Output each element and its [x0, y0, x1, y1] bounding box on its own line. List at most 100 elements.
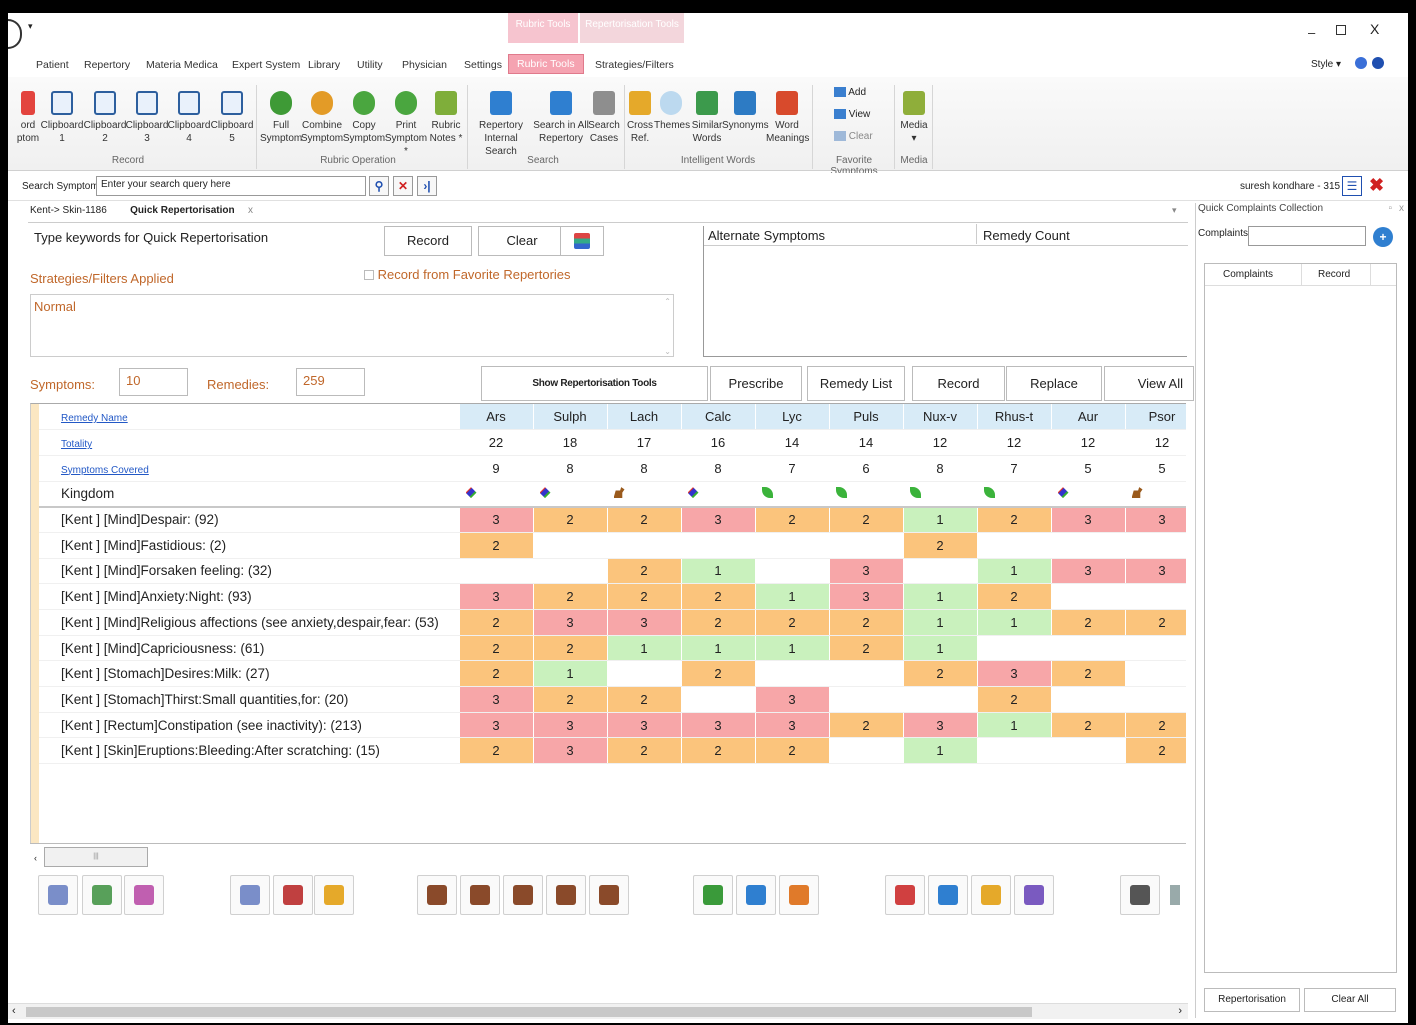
grade-cell[interactable]: 1 [903, 737, 978, 765]
grade-cell[interactable]: 2 [1051, 712, 1126, 739]
remedy-header[interactable]: Aur [1051, 404, 1126, 431]
hamburger-menu-icon[interactable]: ☰ [1342, 176, 1362, 196]
rubric-name[interactable]: [Kent ] [Stomach]Desires:Milk: (27) [39, 660, 460, 688]
close-x-icon[interactable]: ✖ [1369, 175, 1384, 196]
grade-cell[interactable]: 3 [681, 506, 756, 533]
remedies-count-field[interactable]: 259 [296, 368, 365, 396]
matrix-button[interactable] [124, 875, 164, 915]
remedy-name-link[interactable]: Remedy Name [61, 413, 128, 424]
grade-cell[interactable]: 3 [459, 686, 534, 713]
grade-cell[interactable]: 2 [1125, 737, 1186, 765]
grade-cell[interactable] [977, 532, 1052, 559]
media-button[interactable]: Media ▾ [896, 91, 932, 145]
remedy-header[interactable]: Puls [829, 404, 904, 431]
grade-cell[interactable]: 2 [607, 583, 682, 610]
rubric-name[interactable]: [Kent ] [Mind]Forsaken feeling: (32) [39, 558, 460, 585]
grade-cell[interactable]: 3 [459, 583, 534, 610]
minimize-icon[interactable]: – [1308, 25, 1315, 40]
grade-cell[interactable]: 3 [755, 712, 830, 739]
grade-cell[interactable]: 2 [607, 737, 682, 765]
grade-cell[interactable]: 3 [533, 609, 608, 636]
similar-words-button[interactable]: Similar Words [688, 91, 726, 145]
grade-cell[interactable] [755, 660, 830, 688]
grade-cell[interactable]: 2 [755, 609, 830, 636]
remedy-header[interactable]: Calc [681, 404, 756, 431]
print-symptom-button[interactable]: Print Symptom * [382, 91, 430, 158]
word-chart-button[interactable] [230, 875, 270, 915]
grade-cell[interactable]: 2 [607, 558, 682, 585]
rubric-row[interactable]: [Kent ] [Skin]Eruptions:Bleeding:After s… [39, 737, 1186, 765]
grade-cell[interactable]: 2 [829, 635, 904, 662]
grade-cell[interactable]: 2 [533, 686, 608, 713]
prescribe-button[interactable]: Prescribe [710, 366, 802, 401]
panel-close-icon[interactable]: x [1399, 203, 1404, 214]
grade-cell[interactable]: 3 [459, 712, 534, 739]
flower-button[interactable] [779, 875, 819, 915]
grade-cell[interactable]: 3 [755, 686, 830, 713]
grade-cell[interactable] [1125, 660, 1186, 688]
grade-cell[interactable] [1125, 686, 1186, 713]
grade-cell[interactable]: 2 [607, 686, 682, 713]
symptoms-covered-link[interactable]: Symptoms Covered [61, 465, 149, 476]
grade-cell[interactable]: 2 [459, 532, 534, 559]
add-complaint-icon[interactable]: + [1373, 227, 1393, 247]
bottom-scrollbar[interactable]: ‹ › [8, 1003, 1188, 1019]
search-all-repertory-button[interactable]: Search in All Repertory [532, 91, 590, 145]
replace-button[interactable]: Replace [1006, 366, 1102, 401]
rubric-name[interactable]: [Kent ] [Mind]Religious affections (see … [39, 609, 460, 636]
cross-ref-button[interactable]: Cross Ref. [626, 91, 654, 145]
grid-record-button[interactable]: Record [912, 366, 1005, 401]
grade-cell[interactable] [533, 532, 608, 559]
grade-cell[interactable] [829, 660, 904, 688]
grade-cell[interactable]: 2 [1051, 609, 1126, 636]
remedy-header[interactable]: Rhus-t [977, 404, 1052, 431]
grade-cell[interactable]: 3 [681, 712, 756, 739]
combine-symptom-button[interactable]: Combine Symptom [300, 91, 344, 145]
grade-cell[interactable]: 3 [533, 737, 608, 765]
grade-cell[interactable]: 2 [903, 532, 978, 559]
remedy-header[interactable]: Nux-v [903, 404, 978, 431]
grade-cell[interactable]: 3 [829, 583, 904, 610]
grade-cell[interactable] [1051, 686, 1126, 713]
grid-view-button[interactable] [38, 875, 78, 915]
remedy-header[interactable]: Lyc [755, 404, 830, 431]
clear-search-icon[interactable]: ✕ [393, 176, 413, 196]
grade-cell[interactable]: 3 [607, 609, 682, 636]
rubric-name[interactable]: [Kent ] [Mind]Fastidious: (2) [39, 532, 460, 559]
grade-cell[interactable] [607, 532, 682, 559]
scroll-down-icon[interactable]: ⌄ [664, 347, 671, 356]
grade-cell[interactable]: 2 [681, 737, 756, 765]
quick-access-icon[interactable]: ▾ [28, 21, 33, 32]
grade-cell[interactable]: 2 [977, 686, 1052, 713]
grade-cell[interactable]: 1 [755, 583, 830, 610]
rubric-name[interactable]: [Kent ] [Rectum]Constipation (see inacti… [39, 712, 460, 739]
tab-close-icon[interactable]: x [248, 205, 253, 216]
menu-physician[interactable]: Physician [402, 59, 447, 71]
books-button[interactable] [560, 226, 604, 256]
search-icon[interactable]: ⚲ [369, 176, 389, 196]
doctor-1-button[interactable] [417, 875, 457, 915]
table-button[interactable] [82, 875, 122, 915]
grade-cell[interactable]: 1 [533, 660, 608, 688]
rubric-row[interactable]: [Kent ] [Stomach]Thirst:Small quantities… [39, 686, 1186, 713]
grade-cell[interactable]: 2 [533, 635, 608, 662]
style-menu[interactable]: Style ▾ [1311, 59, 1341, 70]
remedy-header[interactable]: Ars [459, 404, 534, 431]
fav-repertories-checkbox[interactable]: Record from Favorite Repertories [364, 267, 571, 282]
help-icon[interactable] [1355, 57, 1367, 69]
row-label-remedy-name[interactable]: Remedy Name [39, 404, 460, 431]
grade-cell[interactable] [755, 532, 830, 559]
clipboard-3-button[interactable]: Clipboard 3 [125, 91, 169, 145]
themes-button[interactable]: Themes [654, 91, 690, 132]
grade-cell[interactable]: 2 [755, 506, 830, 533]
quick-keywords-input[interactable]: Type keywords for Quick Repertorisation [34, 230, 364, 245]
grade-cell[interactable]: 1 [977, 712, 1052, 739]
clear-button[interactable]: Clear [478, 226, 566, 256]
show-rep-tools-button[interactable]: Show Repertorisation Tools [481, 366, 708, 401]
grade-cell[interactable]: 1 [607, 635, 682, 662]
grade-cell[interactable]: 2 [903, 660, 978, 688]
grade-cell[interactable]: 1 [977, 558, 1052, 585]
grade-cell[interactable]: 2 [1125, 609, 1186, 636]
menu-rubric-tools[interactable]: Rubric Tools [508, 54, 584, 74]
grade-cell[interactable]: 3 [1125, 506, 1186, 533]
